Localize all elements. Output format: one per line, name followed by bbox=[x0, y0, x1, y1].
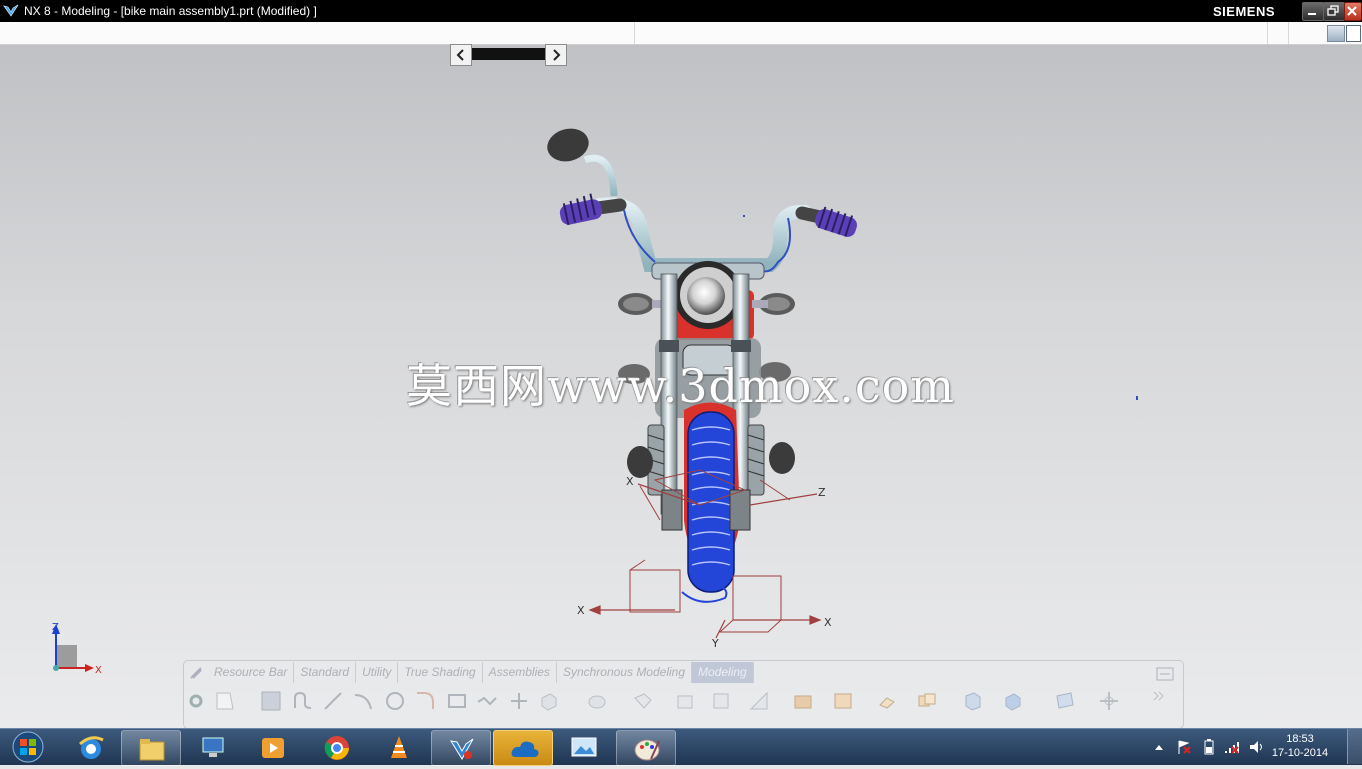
tab-standard[interactable]: Standard bbox=[294, 662, 357, 683]
offset-face-icon[interactable] bbox=[1054, 690, 1076, 712]
taskbar-paint[interactable] bbox=[616, 730, 676, 766]
datum-x-label-upper: X bbox=[626, 475, 634, 488]
datum-z-label: Z bbox=[818, 486, 826, 499]
cloud-icon bbox=[511, 741, 539, 757]
taskbar-vlc-player[interactable] bbox=[369, 730, 427, 764]
network-icon[interactable] bbox=[1224, 739, 1242, 755]
taskbar-windows-explorer[interactable] bbox=[121, 730, 181, 766]
profile-icon[interactable] bbox=[292, 690, 314, 712]
mirror-left bbox=[547, 128, 618, 197]
turn-signal-left bbox=[618, 293, 668, 315]
internet-explorer-icon bbox=[78, 736, 104, 759]
clock-time: 18:53 bbox=[1286, 733, 1314, 745]
show-hidden-icons-icon[interactable] bbox=[1154, 743, 1164, 751]
toolbar-tabs: Resource Bar Standard Utility True Shading A… bbox=[208, 662, 754, 685]
gear-icon[interactable] bbox=[188, 693, 204, 709]
toolbar-options-icon[interactable] bbox=[1156, 667, 1174, 681]
taskbar-internet-explorer[interactable] bbox=[61, 730, 119, 764]
windows-logo-icon bbox=[12, 731, 44, 763]
taskbar-media-player[interactable] bbox=[243, 730, 301, 764]
media-player-icon bbox=[262, 738, 284, 758]
triad-z-label: Z bbox=[52, 622, 59, 633]
tab-true-shading[interactable]: True Shading bbox=[398, 662, 483, 683]
datum-y-label: Y bbox=[711, 637, 719, 650]
arc-icon[interactable] bbox=[352, 690, 374, 712]
rear-shock-right bbox=[747, 424, 765, 496]
right-grip bbox=[815, 206, 857, 237]
inferred-curve-icon[interactable] bbox=[260, 690, 282, 712]
show-desktop-button[interactable] bbox=[1347, 729, 1362, 764]
windows-taskbar: 18:53 17-10-2014 bbox=[0, 728, 1362, 766]
folder-icon bbox=[139, 739, 165, 761]
taskbar-siemens-nx[interactable] bbox=[431, 730, 491, 766]
clock-date: 17-10-2014 bbox=[1271, 747, 1329, 759]
taskbar-onedrive[interactable] bbox=[493, 730, 553, 766]
vlc-cone-icon bbox=[391, 736, 407, 758]
edge-blend-icon[interactable] bbox=[748, 690, 770, 712]
system-clock[interactable]: 18:53 17-10-2014 bbox=[1270, 732, 1330, 760]
line-icon[interactable] bbox=[322, 690, 344, 712]
tab-synchronous-modeling[interactable]: Synchronous Modeling bbox=[557, 662, 693, 683]
revolve-icon[interactable] bbox=[586, 690, 608, 712]
left-grip bbox=[559, 193, 603, 226]
pattern-icon[interactable] bbox=[916, 690, 938, 712]
point-icon[interactable] bbox=[508, 690, 530, 712]
taskbar-google-chrome[interactable] bbox=[307, 730, 365, 764]
toolbar-overflow-icon[interactable] bbox=[1148, 688, 1170, 710]
move-object-icon[interactable] bbox=[1098, 690, 1120, 712]
exhaust-left bbox=[627, 446, 653, 478]
hole-icon[interactable] bbox=[632, 690, 654, 712]
shell-icon[interactable] bbox=[832, 690, 854, 712]
taskbar-photo-viewer[interactable] bbox=[554, 730, 612, 764]
watermark-text: 莫西网www.3dmox.com bbox=[406, 359, 955, 413]
chrome-icon bbox=[324, 736, 349, 760]
action-center-flag-icon[interactable] bbox=[1176, 739, 1192, 755]
nx-icon bbox=[450, 738, 474, 760]
computer-icon bbox=[202, 737, 224, 757]
headlight bbox=[674, 261, 742, 329]
volume-icon[interactable] bbox=[1248, 739, 1266, 755]
extrude-icon[interactable] bbox=[538, 690, 560, 712]
start-button[interactable] bbox=[4, 730, 46, 764]
fillet-icon[interactable] bbox=[414, 690, 436, 712]
rectangle-icon[interactable] bbox=[446, 690, 468, 712]
tab-assemblies[interactable]: Assemblies bbox=[483, 662, 557, 683]
toolbar-buttons bbox=[208, 688, 1168, 718]
triad-x-label: X bbox=[95, 665, 102, 676]
datum-x-label-right: X bbox=[824, 616, 832, 629]
photo-icon bbox=[571, 737, 597, 757]
tab-utility[interactable]: Utility bbox=[356, 662, 399, 683]
trim-body-icon[interactable] bbox=[1002, 690, 1024, 712]
unite-icon[interactable] bbox=[674, 690, 696, 712]
paint-palette-icon bbox=[634, 739, 660, 761]
resource-bar-icon[interactable] bbox=[189, 666, 203, 680]
turn-signal-right bbox=[752, 293, 795, 315]
exhaust-right bbox=[769, 442, 795, 474]
battery-icon[interactable] bbox=[1202, 739, 1216, 755]
resource-toolbar: Resource Bar Standard Utility True Shading A… bbox=[183, 660, 1184, 729]
polygon-icon[interactable] bbox=[476, 690, 498, 712]
datum-x-label: X bbox=[577, 604, 585, 617]
circle-icon[interactable] bbox=[384, 690, 406, 712]
draft-icon[interactable] bbox=[876, 690, 898, 712]
sketch-icon[interactable] bbox=[214, 690, 236, 712]
chamfer-icon[interactable] bbox=[792, 690, 814, 712]
tab-resource-bar[interactable]: Resource Bar bbox=[208, 662, 295, 683]
handlebar bbox=[593, 197, 812, 272]
tab-modeling[interactable]: Modeling bbox=[692, 662, 754, 683]
mirror-feature-icon[interactable] bbox=[962, 690, 984, 712]
subtract-icon[interactable] bbox=[710, 690, 732, 712]
taskbar-computer-management[interactable] bbox=[183, 730, 241, 764]
